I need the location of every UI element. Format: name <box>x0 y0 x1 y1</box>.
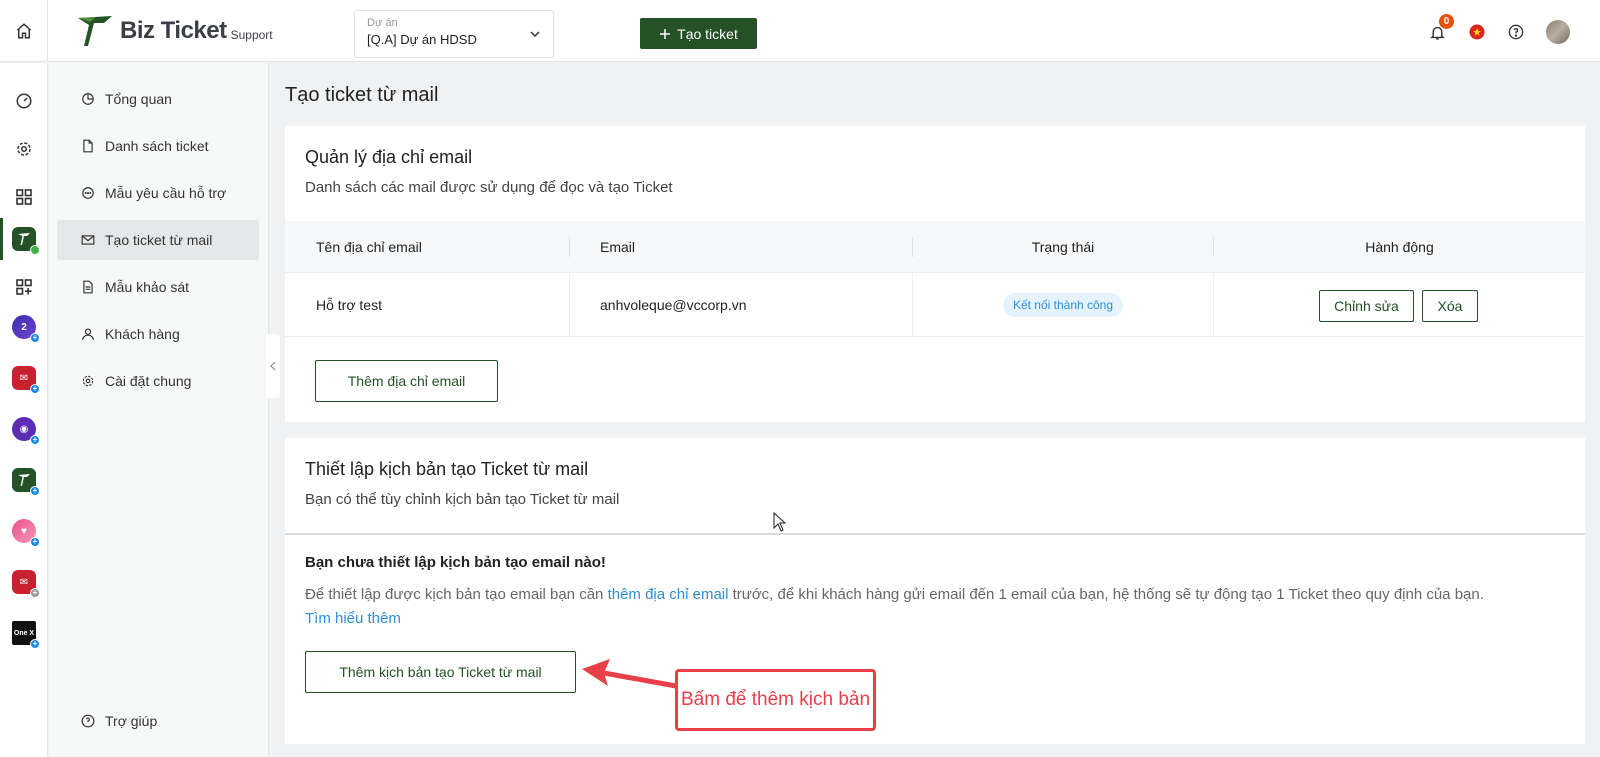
status-badge: Kết nối thành công <box>1002 292 1124 317</box>
home-icon <box>16 23 31 39</box>
bizticket-app-icon-2: + <box>12 468 40 496</box>
create-ticket-button[interactable]: Tạo ticket <box>640 18 757 49</box>
page-title: Tạo ticket từ mail <box>285 84 439 106</box>
secondary-nav: Tổng quan Danh sách ticket Mẫu yêu cầu h… <box>49 63 269 757</box>
mail-script-card: Thiết lập kịch bản tạo Ticket từ mail Bạ… <box>285 438 1585 744</box>
status-cell: Kết nối thành công <box>913 273 1213 336</box>
column-header-actions: Hành động <box>1365 238 1434 255</box>
onex-app-icon: One X + <box>12 621 40 649</box>
grid-icon <box>16 189 32 205</box>
nav-item-ticket-list[interactable]: Danh sách ticket <box>57 126 259 166</box>
rail-app-mail-2[interactable]: ✉ + <box>0 564 48 600</box>
help-button[interactable] <box>1506 22 1526 42</box>
collapse-sidebar-button[interactable] <box>266 334 280 398</box>
column-header-email: Email <box>600 238 636 255</box>
add-email-button[interactable]: Thêm địa chỉ email <box>315 360 498 402</box>
email-card-title: Quản lý địa chỉ email <box>305 147 473 167</box>
app-rail: 2 + ✉ + ◉ + + ♥ + ✉ + One X + <box>0 63 48 757</box>
nav-item-ticket-from-mail[interactable]: Tạo ticket từ mail <box>57 220 259 260</box>
rail-dashboard[interactable] <box>0 83 48 119</box>
notification-badge: 0 <box>1439 14 1454 29</box>
add-email-link[interactable]: thêm địa chỉ email <box>608 586 729 603</box>
annotation-callout: Bấm để thêm kịch bản <box>675 669 876 731</box>
rail-bizticket[interactable] <box>0 218 48 260</box>
add-mail-script-button[interactable]: Thêm kịch bản tạo Ticket từ mail <box>305 651 576 693</box>
rail-grid[interactable] <box>0 179 48 215</box>
chevron-down-icon <box>530 31 540 38</box>
nav-item-help[interactable]: Trợ giúp <box>57 701 259 741</box>
nav-item-overview[interactable]: Tổng quan <box>57 79 259 119</box>
project-label: Dự án <box>367 17 398 29</box>
edit-button[interactable]: Chỉnh sửa <box>1319 290 1414 322</box>
column-header-name: Tên địa chỉ email <box>316 238 422 255</box>
logo-text: Biz Ticket <box>120 17 227 44</box>
rail-settings[interactable] <box>0 131 48 167</box>
annotation-arrow <box>582 659 678 689</box>
rail-app-mail[interactable]: ✉ + <box>0 360 48 396</box>
language-button[interactable] <box>1467 22 1487 42</box>
gauge-icon <box>16 93 32 109</box>
nav-item-customers[interactable]: Khách hàng <box>57 314 259 354</box>
create-ticket-label: Tạo ticket <box>677 25 738 42</box>
user-avatar[interactable] <box>1546 20 1570 44</box>
project-value: [Q.A] Dự án HDSD <box>367 32 477 47</box>
gear-icon <box>17 142 31 156</box>
empty-state-title: Bạn chưa thiết lập kịch bản tạo email nà… <box>305 554 606 571</box>
mail-app-2-icon: ✉ + <box>12 570 40 598</box>
bizticket-logo[interactable]: Biz Ticket Support <box>76 14 273 48</box>
rail-app-bot[interactable]: ◉ + <box>0 411 48 447</box>
mail-icon <box>81 235 95 245</box>
logo-subtext: Support <box>230 28 273 42</box>
file-icon <box>83 139 93 153</box>
email-management-card: Quản lý địa chỉ email Danh sách các mail… <box>285 126 1585 422</box>
email-table-header: Tên địa chỉ email Email Trạng thái Hành … <box>285 221 1585 273</box>
chevron-left-icon <box>270 361 276 371</box>
bizticket-app-icon <box>12 227 40 255</box>
email-address-cell: anhvoleque@vccorp.vn <box>600 296 747 313</box>
pie-chart-icon <box>82 93 94 105</box>
document-icon <box>83 280 93 294</box>
plus-icon <box>660 28 671 39</box>
rail-app-heart[interactable]: ♥ + <box>0 513 48 549</box>
table-row: Hỗ trợ test anhvoleque@vccorp.vn Kết nối… <box>285 273 1585 337</box>
script-card-title: Thiết lập kịch bản tạo Ticket từ mail <box>305 459 589 479</box>
top-header: Biz Ticket Support Dự án [Q.A] Dự án HDS… <box>0 0 1600 62</box>
heart-app-icon: ♥ + <box>12 519 40 547</box>
chat-bubble-icon <box>82 187 94 199</box>
home-button[interactable] <box>0 0 48 62</box>
rail-add-app[interactable] <box>0 269 48 305</box>
email-name-cell: Hỗ trợ test <box>316 296 382 313</box>
nav-item-request-templates[interactable]: Mẫu yêu cầu hỗ trợ <box>57 173 259 213</box>
delete-button[interactable]: Xóa <box>1422 290 1478 322</box>
rail-app-2[interactable]: 2 + <box>0 309 48 345</box>
user-icon <box>82 328 94 340</box>
gear-icon <box>82 375 94 387</box>
mail-app-icon: ✉ + <box>12 366 40 394</box>
empty-state-description: Để thiết lập được kịch bản tạo email bạn… <box>305 586 1484 627</box>
email-card-subtitle: Danh sách các mail được sử dụng để đọc v… <box>305 179 673 196</box>
nav-item-survey-templates[interactable]: Mẫu khảo sát <box>57 267 259 307</box>
app-2-icon: 2 + <box>12 315 40 343</box>
divider <box>285 533 1585 535</box>
nav-item-general-settings[interactable]: Cài đặt chung <box>57 361 259 401</box>
mouse-cursor-icon <box>773 512 787 532</box>
script-card-subtitle: Bạn có thể tùy chỉnh kịch bản tạo Ticket… <box>305 491 620 508</box>
rail-app-bizticket[interactable]: + <box>0 462 48 498</box>
grid-plus-icon <box>16 279 32 295</box>
learn-more-link[interactable]: Tìm hiểu thêm <box>305 610 401 627</box>
bot-app-icon: ◉ + <box>12 417 40 445</box>
question-circle-icon <box>1508 24 1524 40</box>
vietnam-flag-icon <box>1469 24 1485 40</box>
project-select[interactable]: Dự án [Q.A] Dự án HDSD <box>354 10 554 58</box>
column-header-status: Trạng thái <box>1031 238 1095 255</box>
rail-app-onex[interactable]: One X + <box>0 615 48 651</box>
question-circle-icon <box>81 714 95 728</box>
bizticket-logo-icon <box>78 16 112 46</box>
